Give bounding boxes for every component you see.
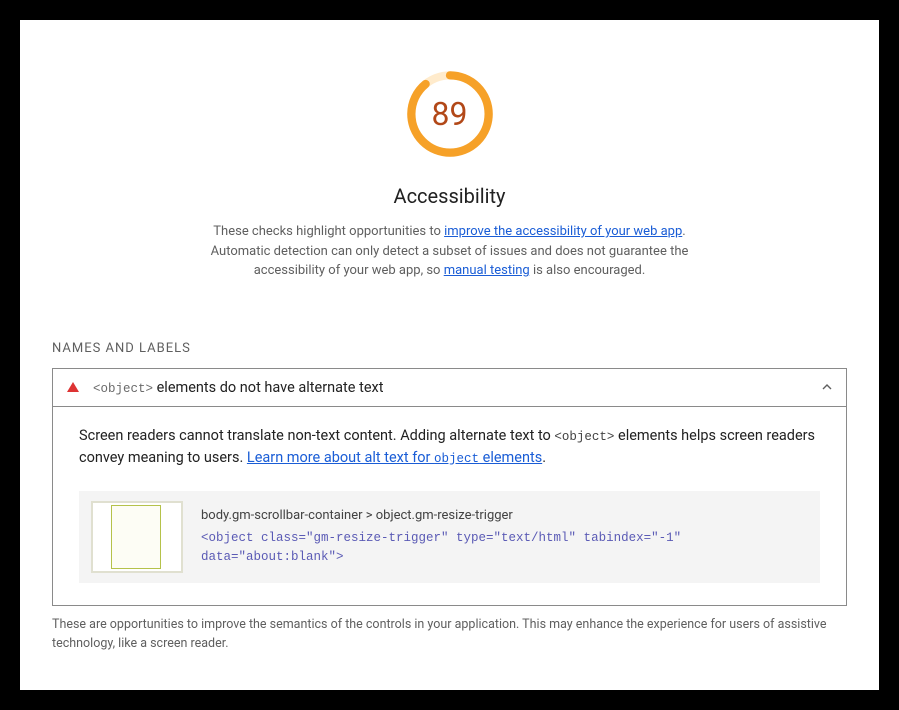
fail-triangle-icon [67, 382, 79, 392]
learn-more-link[interactable]: Learn more about alt text for object ele… [247, 449, 542, 466]
failing-element-row: body.gm-scrollbar-container > object.gm-… [79, 491, 820, 583]
element-thumbnail [91, 501, 183, 573]
manual-testing-link[interactable]: manual testing [444, 263, 530, 278]
audit-title: <object> elements do not have alternate … [93, 379, 822, 396]
element-snippet: <object class="gm-resize-trigger" type="… [201, 529, 808, 567]
audit-body: Screen readers cannot translate non-text… [53, 407, 846, 606]
section-header: NAMES AND LABELS [52, 341, 847, 356]
audit-description: Screen readers cannot translate non-text… [79, 425, 820, 470]
element-selector: body.gm-scrollbar-container > object.gm-… [201, 508, 808, 523]
improve-accessibility-link[interactable]: improve the accessibility of your web ap… [444, 224, 682, 239]
category-description: These checks highlight opportunities to … [210, 222, 690, 281]
category-title: Accessibility [52, 184, 847, 208]
report-page: 89 Accessibility These checks highlight … [20, 20, 879, 690]
chevron-up-icon [822, 382, 832, 392]
score-section: 89 Accessibility These checks highlight … [52, 68, 847, 281]
score-gauge: 89 [404, 68, 496, 160]
section-footer-note: These are opportunities to improve the s… [52, 616, 847, 654]
audit-group: <object> elements do not have alternate … [52, 368, 847, 607]
score-value: 89 [404, 68, 496, 160]
audit-header-toggle[interactable]: <object> elements do not have alternate … [53, 369, 846, 407]
element-info: body.gm-scrollbar-container > object.gm-… [201, 501, 808, 573]
